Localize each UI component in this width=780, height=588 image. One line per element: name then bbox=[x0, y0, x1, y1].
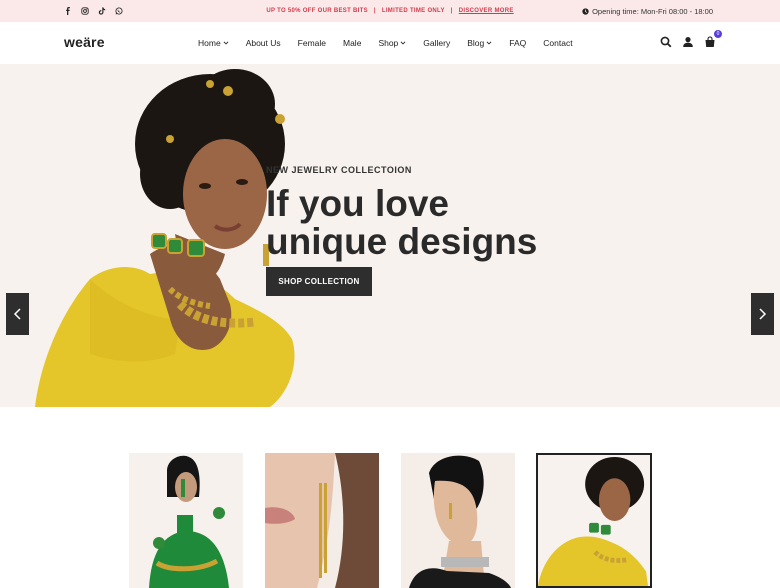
promo-text: UP TO 50% OFF OUR BEST BITS bbox=[266, 8, 368, 14]
promo-separator: | bbox=[373, 8, 376, 14]
nav-item-contact[interactable]: Contact bbox=[543, 38, 572, 48]
nav-label: FAQ bbox=[509, 38, 527, 48]
nav-label: About Us bbox=[245, 38, 281, 48]
hero-kicker: NEW JEWELRY COLLECTOION bbox=[266, 165, 412, 175]
cart-count-badge: 0 bbox=[714, 30, 722, 38]
nav-label: Home bbox=[198, 38, 221, 48]
discover-more-link[interactable]: DISCOVER MORE bbox=[459, 8, 514, 14]
header-actions: 0 bbox=[660, 30, 722, 48]
chevron-down-icon bbox=[223, 41, 229, 45]
main-header: weäre Home About Us Female Male Shop Gal… bbox=[0, 22, 780, 64]
main-nav: Home About Us Female Male Shop Gallery B… bbox=[198, 38, 573, 48]
opening-hours: Opening time: Mon-Fri 08:00 - 18:00 bbox=[582, 0, 713, 22]
thumbnail-image bbox=[538, 455, 650, 586]
opening-hours-text: Opening time: Mon-Fri 08:00 - 18:00 bbox=[592, 6, 713, 16]
hero-title-line-2: unique designs bbox=[266, 221, 538, 262]
limited-text: LIMITED TIME ONLY bbox=[381, 8, 445, 14]
hero-title: If you love unique designs bbox=[266, 185, 537, 261]
nav-item-about-us[interactable]: About Us bbox=[246, 38, 281, 48]
hero-content: NEW JEWELRY COLLECTOION If you love uniq… bbox=[266, 165, 537, 296]
thumbnail-image bbox=[129, 453, 243, 588]
cart-icon[interactable]: 0 bbox=[704, 30, 722, 48]
thumbnail-3[interactable] bbox=[401, 453, 515, 588]
shop-collection-button[interactable]: SHOP COLLECTION bbox=[266, 267, 372, 296]
previous-slide-button[interactable] bbox=[6, 293, 29, 335]
nav-item-gallery[interactable]: Gallery bbox=[423, 38, 450, 48]
nav-label: Gallery bbox=[423, 38, 451, 48]
nav-item-male[interactable]: Male bbox=[343, 38, 361, 48]
nav-label: Male bbox=[343, 38, 362, 48]
nav-item-shop[interactable]: Shop bbox=[378, 38, 406, 48]
nav-label: Shop bbox=[378, 38, 399, 48]
nav-item-home[interactable]: Home bbox=[198, 38, 229, 48]
hero-title-line-1: If you love bbox=[266, 183, 449, 224]
next-slide-button[interactable] bbox=[751, 293, 774, 335]
nav-item-faq[interactable]: FAQ bbox=[509, 38, 526, 48]
thumbnail-image bbox=[401, 453, 515, 588]
thumbnail-image bbox=[265, 453, 379, 588]
nav-label: Female bbox=[297, 38, 326, 48]
hero-slider: NEW JEWELRY COLLECTOION If you love uniq… bbox=[0, 64, 780, 407]
nav-label: Blog bbox=[467, 38, 485, 48]
search-icon[interactable] bbox=[660, 36, 672, 48]
thumbnail-4[interactable] bbox=[536, 453, 652, 588]
site-logo[interactable]: weäre bbox=[64, 34, 105, 50]
thumbnail-2[interactable] bbox=[265, 453, 379, 588]
thumbnail-1[interactable] bbox=[129, 453, 243, 588]
chevron-left-icon bbox=[13, 308, 21, 320]
chevron-down-icon bbox=[400, 41, 406, 45]
chevron-down-icon bbox=[486, 41, 492, 45]
nav-item-female[interactable]: Female bbox=[298, 38, 326, 48]
clock-icon bbox=[582, 7, 589, 15]
user-icon[interactable] bbox=[682, 36, 694, 48]
nav-label: Contact bbox=[543, 38, 573, 48]
promo-separator: | bbox=[450, 8, 453, 14]
hero-thumbnails bbox=[129, 453, 652, 588]
nav-item-blog[interactable]: Blog bbox=[467, 38, 492, 48]
announcement-bar: UP TO 50% OFF OUR BEST BITS | LIMITED TI… bbox=[0, 0, 780, 22]
chevron-right-icon bbox=[759, 308, 767, 320]
